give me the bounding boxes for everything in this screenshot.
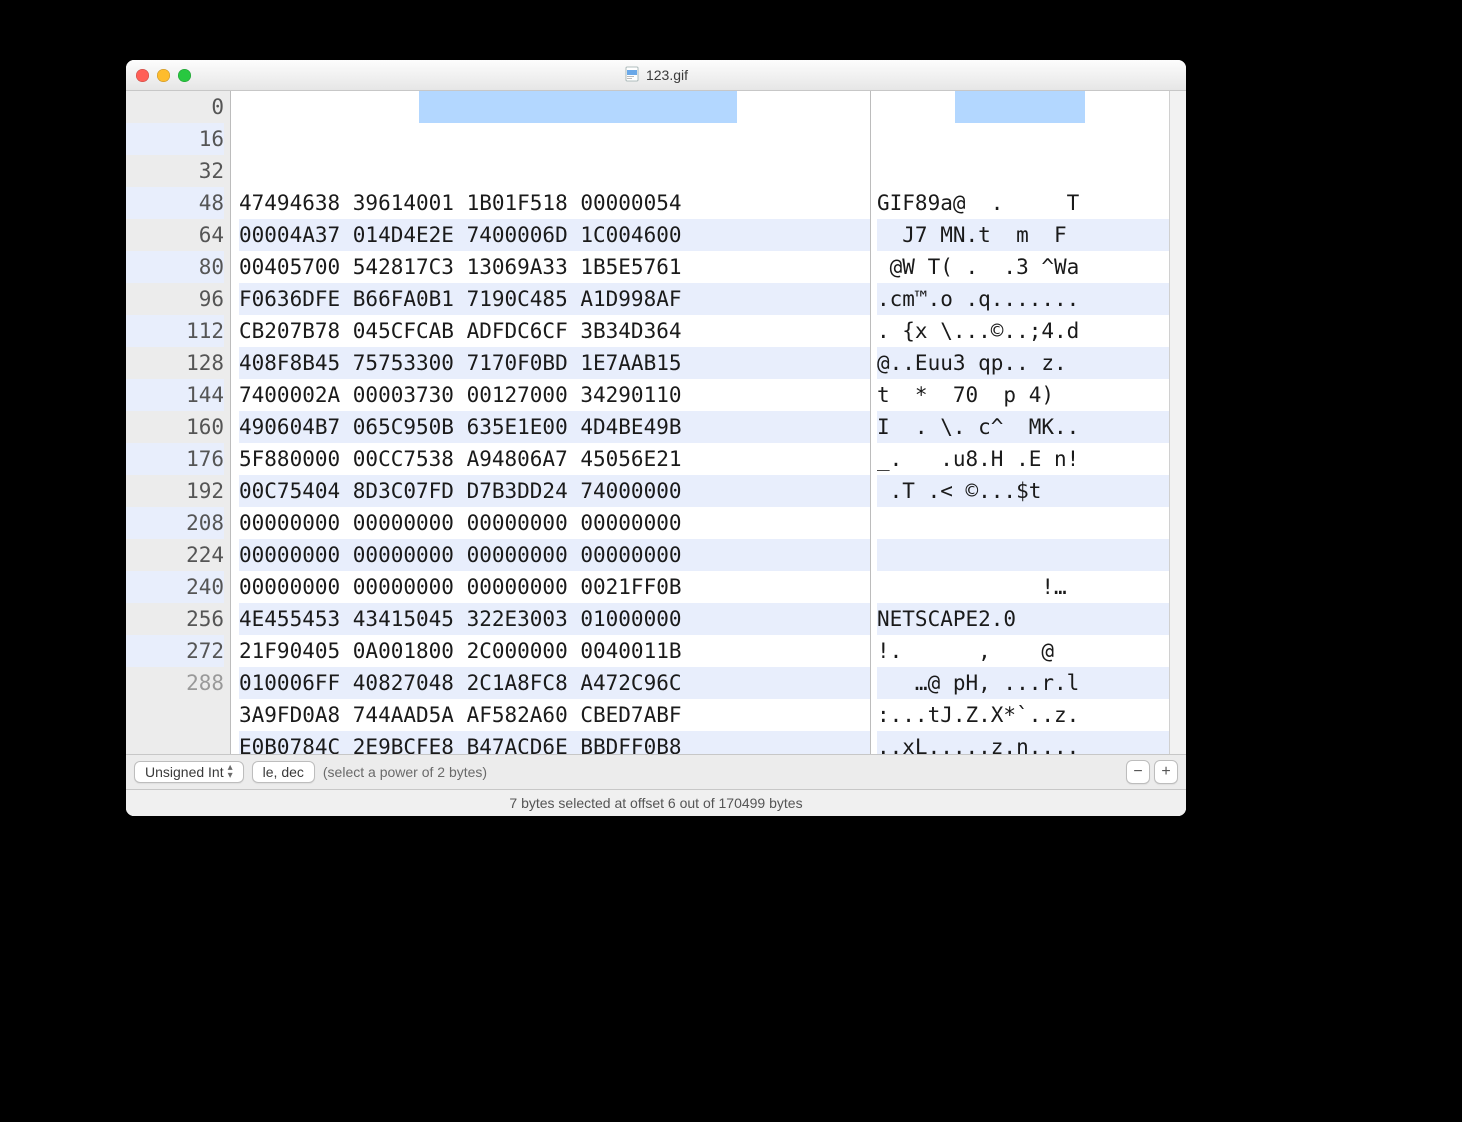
offset-cell: 144 xyxy=(126,379,224,411)
offset-column: 0163248648096112128144160176192208224240… xyxy=(126,91,231,754)
titlebar: 123.gif xyxy=(126,60,1186,91)
traffic-lights xyxy=(136,69,191,82)
hex-cell[interactable]: 7400002A 00003730 00127000 34290110 xyxy=(239,379,870,411)
hex-selection xyxy=(419,91,737,123)
offset-cell: 208 xyxy=(126,507,224,539)
offset-cell: 160 xyxy=(126,411,224,443)
app-window: 123.gif 01632486480961121281441601761922… xyxy=(126,60,1186,816)
close-button[interactable] xyxy=(136,69,149,82)
ascii-cell[interactable]: I . \. c^ MK.. xyxy=(877,411,1169,443)
endian-select-label: le, dec xyxy=(263,764,304,780)
file-icon xyxy=(624,66,640,85)
offset-cell: 240 xyxy=(126,571,224,603)
ascii-column[interactable]: GIF89a@ . T J7 MN.t m F @W T( . .3 ^Wa.c… xyxy=(871,91,1169,754)
hex-cell[interactable]: 00405700 542817C3 13069A33 1B5E5761 xyxy=(239,251,870,283)
offset-cell: 48 xyxy=(126,187,224,219)
inspector-hint: (select a power of 2 bytes) xyxy=(323,764,487,780)
scrollbar[interactable] xyxy=(1169,91,1186,754)
hex-cell[interactable]: 010006FF 40827048 2C1A8FC8 A472C96C xyxy=(239,667,870,699)
offset-cell: 16 xyxy=(126,123,224,155)
ascii-cell[interactable] xyxy=(877,539,1169,571)
hex-cell[interactable]: 00000000 00000000 00000000 0021FF0B xyxy=(239,571,870,603)
offset-cell: 128 xyxy=(126,347,224,379)
offset-cell: 80 xyxy=(126,251,224,283)
ascii-cell[interactable]: .cm™.o .q....... xyxy=(877,283,1169,315)
offset-cell: 0 xyxy=(126,91,224,123)
hex-cell[interactable]: 00000000 00000000 00000000 00000000 xyxy=(239,539,870,571)
plus-button[interactable]: + xyxy=(1154,760,1178,784)
hex-cell[interactable]: E0B0784C 2E9BCFE8 B47ACD6E BBDFF0B8 xyxy=(239,731,870,754)
status-text: 7 bytes selected at offset 6 out of 1704… xyxy=(509,795,802,811)
ascii-cell[interactable]: !… xyxy=(877,571,1169,603)
ascii-cell[interactable]: !. , @ xyxy=(877,635,1169,667)
footer: Unsigned Int ▴▾ le, dec (select a power … xyxy=(126,754,1186,816)
hex-column[interactable]: 47494638 39614001 1B01F518 0000005400004… xyxy=(231,91,871,754)
ascii-cell[interactable]: . {x \...©..;4.d xyxy=(877,315,1169,347)
hex-cell[interactable]: 490604B7 065C950B 635E1E00 4D4BE49B xyxy=(239,411,870,443)
hex-view[interactable]: 0163248648096112128144160176192208224240… xyxy=(126,91,1186,754)
window-title-text: 123.gif xyxy=(646,67,688,83)
hex-cell[interactable]: 3A9FD0A8 744AAD5A AF582A60 CBED7ABF xyxy=(239,699,870,731)
ascii-cell[interactable]: .T .< ©...$t xyxy=(877,475,1169,507)
offset-cell: 272 xyxy=(126,635,224,667)
hex-cell[interactable]: 5F880000 00CC7538 A94806A7 45056E21 xyxy=(239,443,870,475)
offset-cell: 32 xyxy=(126,155,224,187)
type-select-label: Unsigned Int xyxy=(145,764,224,780)
hex-cell[interactable]: 00004A37 014D4E2E 7400006D 1C004600 xyxy=(239,219,870,251)
ascii-cell[interactable]: _. .u8.H .E n! xyxy=(877,443,1169,475)
hex-cell[interactable]: 408F8B45 75753300 7170F0BD 1E7AAB15 xyxy=(239,347,870,379)
offset-cell: 224 xyxy=(126,539,224,571)
status-bar: 7 bytes selected at offset 6 out of 1704… xyxy=(126,790,1186,816)
ascii-cell[interactable]: GIF89a@ . T xyxy=(877,187,1169,219)
zoom-button[interactable] xyxy=(178,69,191,82)
ascii-cell[interactable]: :...tJ.Z.X*`..z. xyxy=(877,699,1169,731)
offset-cell: 176 xyxy=(126,443,224,475)
ascii-cell[interactable]: t * 70 p 4) xyxy=(877,379,1169,411)
offset-cell: 96 xyxy=(126,283,224,315)
offset-cell: 112 xyxy=(126,315,224,347)
offset-cell: 64 xyxy=(126,219,224,251)
type-select[interactable]: Unsigned Int ▴▾ xyxy=(134,761,244,783)
offset-cell: 192 xyxy=(126,475,224,507)
offset-cell: 288 xyxy=(126,667,224,691)
hex-cell[interactable]: 47494638 39614001 1B01F518 00000054 xyxy=(239,187,870,219)
hex-cell[interactable]: 4E455453 43415045 322E3003 01000000 xyxy=(239,603,870,635)
minimize-button[interactable] xyxy=(157,69,170,82)
ascii-cell[interactable]: ..xL.....z.n.... xyxy=(877,731,1169,754)
ascii-cell[interactable]: NETSCAPE2.0 xyxy=(877,603,1169,635)
ascii-cell[interactable]: @W T( . .3 ^Wa xyxy=(877,251,1169,283)
offset-cell: 256 xyxy=(126,603,224,635)
updown-icon: ▴▾ xyxy=(228,764,233,780)
endian-select[interactable]: le, dec xyxy=(252,761,315,783)
hex-cell[interactable]: CB207B78 045CFCAB ADFDC6CF 3B34D364 xyxy=(239,315,870,347)
window-title: 123.gif xyxy=(126,66,1186,85)
hex-cell[interactable]: F0636DFE B66FA0B1 7190C485 A1D998AF xyxy=(239,283,870,315)
ascii-cell[interactable]: …@ pH, ...r.l xyxy=(877,667,1169,699)
hex-cell[interactable]: 00C75404 8D3C07FD D7B3DD24 74000000 xyxy=(239,475,870,507)
data-inspector: Unsigned Int ▴▾ le, dec (select a power … xyxy=(126,755,1186,790)
minus-button[interactable]: − xyxy=(1126,760,1150,784)
ascii-selection xyxy=(955,91,1085,123)
ascii-cell[interactable]: @..Euu3 qp.. z. xyxy=(877,347,1169,379)
hex-cell[interactable]: 21F90405 0A001800 2C000000 0040011B xyxy=(239,635,870,667)
ascii-cell[interactable]: J7 MN.t m F xyxy=(877,219,1169,251)
hex-cell[interactable]: 00000000 00000000 00000000 00000000 xyxy=(239,507,870,539)
ascii-cell[interactable] xyxy=(877,507,1169,539)
